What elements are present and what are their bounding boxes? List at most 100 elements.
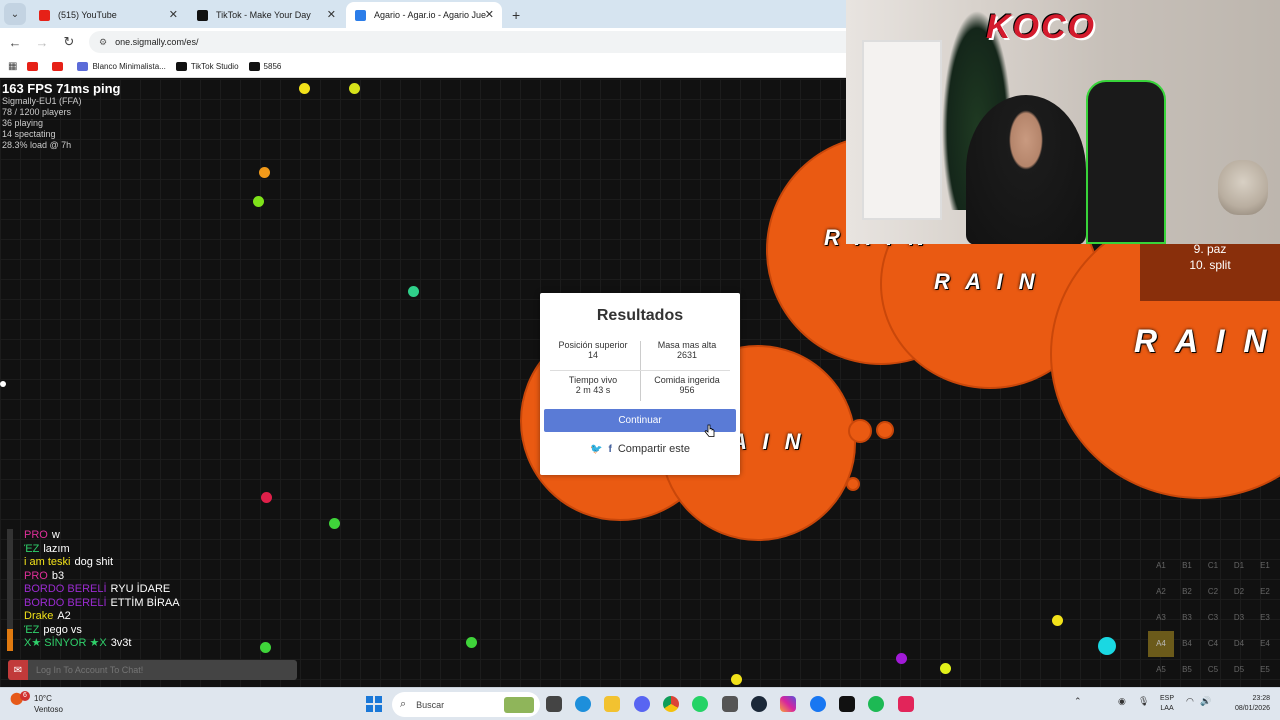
whatsapp-icon[interactable] (692, 696, 708, 712)
minimap-cell: A5 (1156, 665, 1166, 674)
screen: ⌄ (515) YouTube ✕ TikTok - Make Your Day… (0, 0, 1280, 720)
chat-text: ETTİM BİRAA (110, 596, 180, 609)
divider (640, 341, 641, 401)
search-highlight-image (504, 696, 534, 713)
stat-value: 14 (587, 350, 598, 360)
close-icon[interactable]: ✕ (169, 8, 178, 21)
minimap-cell: A2 (1156, 587, 1166, 596)
steam-icon[interactable] (751, 696, 767, 712)
tiktok-icon (175, 62, 187, 71)
player-count: 78 / 1200 players (2, 107, 72, 117)
new-tab-icon[interactable]: + (512, 7, 520, 23)
chat-text: dog shit (74, 556, 113, 568)
bookmark-youtube-1[interactable] (27, 62, 42, 71)
minimap-cell: C1 (1207, 561, 1219, 570)
bookmark-blanco[interactable]: Blanco Minimalista... (77, 62, 166, 71)
tab-search-button[interactable]: ⌄ (4, 3, 26, 25)
reload-icon[interactable]: ↻ (57, 34, 81, 50)
edge-icon[interactable] (575, 696, 591, 712)
youtube-icon (39, 10, 50, 21)
region: LAA (1160, 705, 1174, 712)
url-text: one.sigmally.com/es/ (115, 37, 199, 47)
bookmark-5856[interactable]: 5856 (248, 62, 281, 71)
hand-cursor-icon (704, 424, 715, 437)
minimap-cell: E5 (1260, 665, 1270, 674)
divider (550, 370, 730, 371)
minimap-cell: A3 (1156, 613, 1166, 622)
twitter-icon[interactable]: 🐦 (590, 444, 602, 455)
tiktok-live-icon[interactable] (898, 696, 914, 712)
back-arrow-icon[interactable]: ← (3, 35, 27, 50)
microphone-icon[interactable]: 🎙 (1138, 696, 1149, 707)
tab-youtube[interactable]: (515) YouTube ✕ (30, 2, 186, 28)
leaderboard: 9. paz 10. split (1140, 235, 1280, 301)
facebook-icon[interactable]: f (608, 444, 611, 455)
weather-badge: 6 (20, 691, 30, 701)
youtube-icon (52, 62, 64, 71)
wifi-icon[interactable]: ◠ (1186, 696, 1194, 707)
file-explorer-icon[interactable] (604, 696, 620, 712)
chat-text: RYU İDARE (110, 583, 171, 595)
food-pellet (329, 518, 340, 529)
volume-icon[interactable]: 🔊 (1200, 696, 1211, 707)
results-dialog: Resultados Posición superior 14 Masa mas… (540, 293, 740, 475)
minimap-cell: C2 (1207, 587, 1219, 596)
cell-name-label: R A I N (1134, 323, 1272, 359)
chat-message: PRO b3 (8, 570, 308, 584)
chat-username[interactable]: X★ SİNYOR ★X (24, 637, 107, 649)
food-pellet (1098, 637, 1116, 655)
app-icon[interactable] (722, 696, 738, 712)
site-info-icon[interactable]: ⚙ (99, 37, 107, 48)
facebook-icon[interactable] (810, 696, 826, 712)
minimap-cell: D5 (1233, 665, 1245, 674)
bookmark-tiktok-studio[interactable]: TikTok Studio (175, 62, 239, 71)
tiktok-icon[interactable] (839, 696, 855, 712)
close-icon[interactable]: ✕ (485, 8, 494, 21)
chat-username[interactable]: ΈZ (24, 543, 39, 555)
chat-username[interactable]: PRO (24, 529, 48, 541)
chat-username[interactable]: ΈZ (24, 624, 39, 636)
food-pellet (349, 83, 360, 94)
minimap-cell: C3 (1207, 613, 1219, 622)
minimap-cell: B1 (1182, 561, 1192, 570)
chevron-up-icon[interactable]: ⌃ (1074, 696, 1082, 707)
instagram-icon[interactable] (780, 696, 796, 712)
stat-value: 956 (679, 385, 695, 395)
apps-grid-icon[interactable]: ▦ (8, 61, 17, 72)
stat-label: Masa mas alta (657, 340, 717, 350)
network-icon[interactable]: ◉ (1118, 696, 1126, 707)
weather-widget[interactable]: ⬤ 6 10°C Ventoso (10, 691, 63, 715)
windows-start-icon[interactable] (366, 696, 382, 712)
system-clock[interactable]: 23:28 08/01/2026 (1226, 694, 1270, 714)
discord-icon[interactable] (634, 696, 650, 712)
clock-date: 08/01/2026 (1234, 705, 1270, 712)
taskbar: ⬤ 6 10°C Ventoso ⌕ Buscar ⌃ ◉ 🎙 ESP LAA … (0, 687, 1280, 720)
chat-input-box[interactable]: ✉ (8, 660, 297, 680)
mail-icon[interactable]: ✉ (8, 660, 28, 680)
share-label[interactable]: Compartir este (618, 443, 690, 455)
chrome-icon[interactable] (663, 696, 679, 712)
tab-tiktok[interactable]: TikTok - Make Your Day ✕ (188, 2, 344, 28)
chat-username[interactable]: Drake (24, 610, 53, 622)
share-row[interactable]: 🐦 f Compartir este (540, 443, 740, 455)
chat-username[interactable]: i am teski (24, 556, 70, 568)
webcam-skull-decoration (1218, 160, 1268, 215)
language-indicator[interactable]: ESP LAA (1160, 694, 1174, 714)
chat-username[interactable]: PRO (24, 570, 48, 582)
tab-agario[interactable]: Agario - Agar.io - Agario Juego ✕ (346, 2, 502, 28)
chat-text: pego vs (43, 623, 82, 636)
food-pellet (1052, 615, 1063, 626)
chat-input[interactable] (28, 665, 288, 675)
taskbar-search[interactable]: ⌕ Buscar (392, 692, 540, 717)
close-icon[interactable]: ✕ (327, 8, 336, 21)
minimap-cell: A4 (1148, 631, 1174, 657)
chat-message: ΈZ pego vs (8, 624, 308, 638)
chat-username[interactable]: BORDO BERELİ (24, 583, 107, 595)
minimap-cell: A1 (1156, 561, 1166, 570)
forward-arrow-icon[interactable]: → (30, 35, 54, 50)
chat-username[interactable]: BORDO BERELİ (24, 597, 107, 609)
task-view-icon[interactable] (546, 696, 562, 712)
food-pellet (299, 83, 310, 94)
bookmark-youtube-2[interactable] (52, 62, 67, 71)
spotify-icon[interactable] (868, 696, 884, 712)
